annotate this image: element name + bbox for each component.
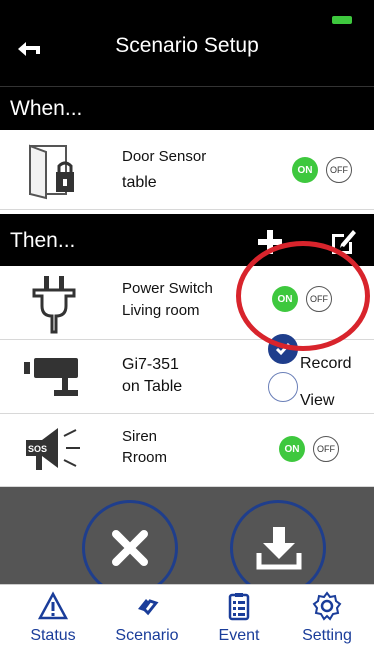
device-name: Gi7-351 xyxy=(122,356,179,373)
siren-icon: SOS xyxy=(22,420,86,480)
on-off-toggle[interactable]: ON OFF xyxy=(279,436,351,462)
view-option-label[interactable]: View xyxy=(300,392,334,410)
door-sensor-icon xyxy=(22,136,86,200)
tab-bar: Status Scenario Event Setting xyxy=(0,584,374,651)
off-button[interactable]: OFF xyxy=(313,436,339,462)
on-button[interactable]: ON xyxy=(292,157,318,183)
camera-icon xyxy=(22,348,86,408)
tab-label: Event xyxy=(218,627,260,644)
device-location: Living room xyxy=(122,302,200,319)
when-item-door-sensor[interactable]: Door Sensor table ON OFF xyxy=(0,130,374,210)
then-item-siren[interactable]: SOS Siren Rroom ON OFF xyxy=(0,414,374,487)
tab-scenario[interactable]: Scenario xyxy=(102,585,192,651)
header-bar: Scenario Setup xyxy=(0,0,374,86)
download-icon xyxy=(256,527,302,570)
svg-text:SOS: SOS xyxy=(28,444,47,454)
cancel-button[interactable] xyxy=(82,500,178,596)
device-name: Siren xyxy=(122,428,158,445)
scenario-icon xyxy=(138,599,159,616)
highlight-circle xyxy=(236,241,370,351)
tab-label: Setting xyxy=(302,627,352,644)
view-radio[interactable] xyxy=(268,372,298,402)
then-item-camera[interactable]: Gi7-351 on Table Record View xyxy=(0,334,374,414)
device-location: on Table xyxy=(122,378,183,395)
close-icon xyxy=(112,530,148,566)
tab-label: Status xyxy=(30,627,76,644)
when-section-header: When... xyxy=(0,86,374,130)
gear-icon xyxy=(312,591,342,621)
record-option-label[interactable]: Record xyxy=(300,355,352,373)
power-plug-icon xyxy=(22,272,86,334)
device-name: Power Switch xyxy=(122,280,213,297)
battery-icon xyxy=(332,16,352,24)
off-button[interactable]: OFF xyxy=(326,157,352,183)
device-name: Door Sensor xyxy=(122,148,207,165)
when-label: When... xyxy=(10,97,83,120)
tab-setting[interactable]: Setting xyxy=(282,585,372,651)
on-off-toggle[interactable]: ON OFF xyxy=(292,157,364,183)
save-button[interactable] xyxy=(230,500,326,596)
device-location: table xyxy=(122,174,157,191)
warning-icon xyxy=(38,591,68,620)
tab-status[interactable]: Status xyxy=(8,585,98,651)
event-list-icon xyxy=(228,593,250,621)
then-label: Then... xyxy=(10,229,76,252)
tab-event[interactable]: Event xyxy=(194,585,284,651)
on-button[interactable]: ON xyxy=(279,436,305,462)
device-location: Rroom xyxy=(122,449,168,466)
page-title: Scenario Setup xyxy=(115,34,259,57)
tab-label: Scenario xyxy=(115,627,179,644)
